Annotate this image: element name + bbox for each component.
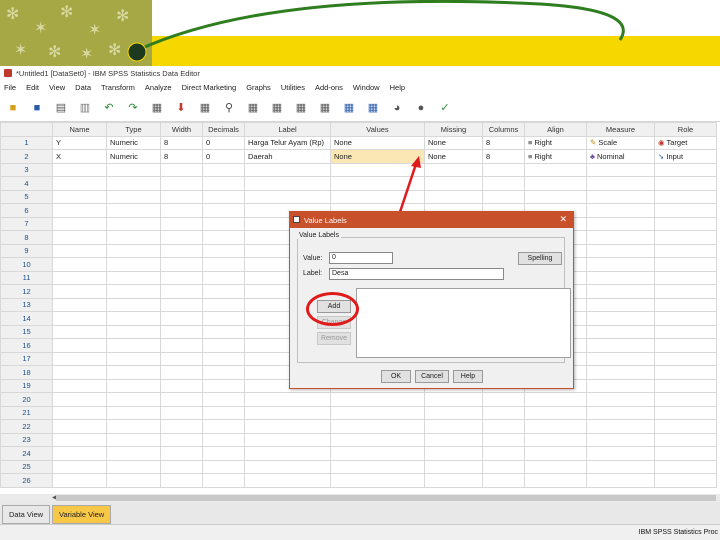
value-labels-list[interactable] — [356, 288, 571, 358]
value-field-label: Value: — [303, 255, 323, 262]
label-field-label: Label: — [303, 270, 323, 277]
label-field[interactable]: Desa — [329, 268, 504, 280]
spelling-button[interactable]: Spelling — [518, 252, 562, 265]
group-legend: Value Labels — [297, 232, 341, 239]
value-field[interactable]: 0 — [329, 252, 393, 264]
dialog-icon — [293, 216, 300, 223]
close-icon[interactable]: ✕ — [559, 214, 567, 225]
annotation-circle — [306, 292, 359, 326]
dialog-title: Value Labels — [304, 215, 347, 225]
dialog-title-bar: Value Labels ✕ — [290, 212, 573, 228]
cancel-button[interactable]: Cancel — [415, 370, 449, 383]
ok-button[interactable]: OK — [381, 370, 411, 383]
remove-button[interactable]: Remove — [317, 332, 351, 345]
help-button[interactable]: Help — [453, 370, 483, 383]
